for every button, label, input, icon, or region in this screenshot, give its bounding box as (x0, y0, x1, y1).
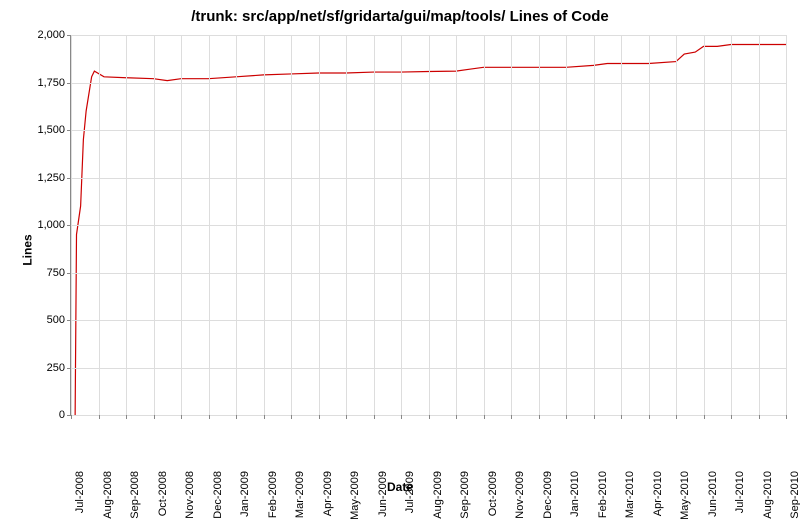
gridline-v (374, 35, 375, 415)
ytick-label: 2,000 (15, 29, 65, 41)
xtick-label: Jun-2010 (707, 471, 719, 517)
xtick-label: Jul-2010 (734, 471, 746, 513)
gridline-v (236, 35, 237, 415)
xtick-label: Jan-2009 (239, 471, 251, 517)
gridline-v (649, 35, 650, 415)
xtick-mark (786, 415, 787, 419)
xtick-label: Jan-2010 (569, 471, 581, 517)
xtick-label: Nov-2009 (514, 471, 526, 519)
xtick-label: Apr-2010 (652, 471, 664, 516)
gridline-v (126, 35, 127, 415)
xtick-label: Apr-2009 (322, 471, 334, 516)
gridline-v (319, 35, 320, 415)
gridline-v (786, 35, 787, 415)
gridline-v (456, 35, 457, 415)
xtick-mark (181, 415, 182, 419)
gridline-v (209, 35, 210, 415)
gridline-v (291, 35, 292, 415)
gridline-v (154, 35, 155, 415)
xtick-mark (649, 415, 650, 419)
xtick-mark (126, 415, 127, 419)
xtick-label: Feb-2010 (597, 471, 609, 518)
chart-container: /trunk: src/app/net/sf/gridarta/gui/map/… (0, 0, 800, 500)
gridline-v (181, 35, 182, 415)
xtick-mark (346, 415, 347, 419)
xtick-label: Jul-2009 (404, 471, 416, 513)
gridline-v (346, 35, 347, 415)
xtick-mark (264, 415, 265, 419)
xtick-label: May-2010 (679, 471, 691, 520)
xtick-mark (704, 415, 705, 419)
xtick-label: Sep-2009 (459, 471, 471, 519)
xtick-label: Oct-2009 (487, 471, 499, 516)
gridline-v (676, 35, 677, 415)
xtick-label: Nov-2008 (184, 471, 196, 519)
xtick-label: Aug-2008 (102, 471, 114, 519)
ytick-label: 250 (15, 362, 65, 374)
xtick-label: Oct-2008 (157, 471, 169, 516)
xtick-label: Feb-2009 (267, 471, 279, 518)
gridline-v (401, 35, 402, 415)
xtick-label: Mar-2009 (294, 471, 306, 518)
gridline-v (511, 35, 512, 415)
xtick-mark (731, 415, 732, 419)
xtick-label: Jun-2009 (377, 471, 389, 517)
xtick-mark (429, 415, 430, 419)
gridline-v (621, 35, 622, 415)
gridline-v (484, 35, 485, 415)
xtick-mark (539, 415, 540, 419)
gridline-v (71, 35, 72, 415)
gridline-v (539, 35, 540, 415)
xtick-mark (759, 415, 760, 419)
xtick-mark (484, 415, 485, 419)
xtick-label: Dec-2009 (542, 471, 554, 519)
ytick-label: 750 (15, 267, 65, 279)
xtick-mark (374, 415, 375, 419)
xtick-label: Mar-2010 (624, 471, 636, 518)
ytick-label: 1,500 (15, 124, 65, 136)
xtick-mark (594, 415, 595, 419)
xtick-label: May-2009 (349, 471, 361, 520)
ytick-label: 500 (15, 314, 65, 326)
xtick-label: Aug-2009 (432, 471, 444, 519)
xtick-mark (566, 415, 567, 419)
xtick-mark (154, 415, 155, 419)
gridline-v (704, 35, 705, 415)
ytick-label: 1,250 (15, 172, 65, 184)
xtick-label: Sep-2010 (789, 471, 800, 519)
chart-title: /trunk: src/app/net/sf/gridarta/gui/map/… (0, 8, 800, 25)
ytick-label: 1,000 (15, 219, 65, 231)
xtick-mark (621, 415, 622, 419)
gridline-v (594, 35, 595, 415)
xtick-mark (676, 415, 677, 419)
gridline-v (566, 35, 567, 415)
xtick-mark (291, 415, 292, 419)
gridline-v (264, 35, 265, 415)
xtick-label: Jul-2008 (74, 471, 86, 513)
xtick-mark (71, 415, 72, 419)
xtick-mark (319, 415, 320, 419)
gridline-v (429, 35, 430, 415)
plot-area (70, 35, 786, 416)
ytick-label: 1,750 (15, 77, 65, 89)
xtick-mark (99, 415, 100, 419)
gridline-v (759, 35, 760, 415)
xtick-mark (401, 415, 402, 419)
gridline-v (731, 35, 732, 415)
xtick-mark (456, 415, 457, 419)
xtick-label: Dec-2008 (212, 471, 224, 519)
xtick-label: Sep-2008 (129, 471, 141, 519)
xtick-label: Aug-2010 (762, 471, 774, 519)
y-axis-label: Lines (21, 234, 35, 265)
gridline-v (99, 35, 100, 415)
xtick-mark (209, 415, 210, 419)
ytick-label: 0 (15, 409, 65, 421)
xtick-mark (511, 415, 512, 419)
xtick-mark (236, 415, 237, 419)
